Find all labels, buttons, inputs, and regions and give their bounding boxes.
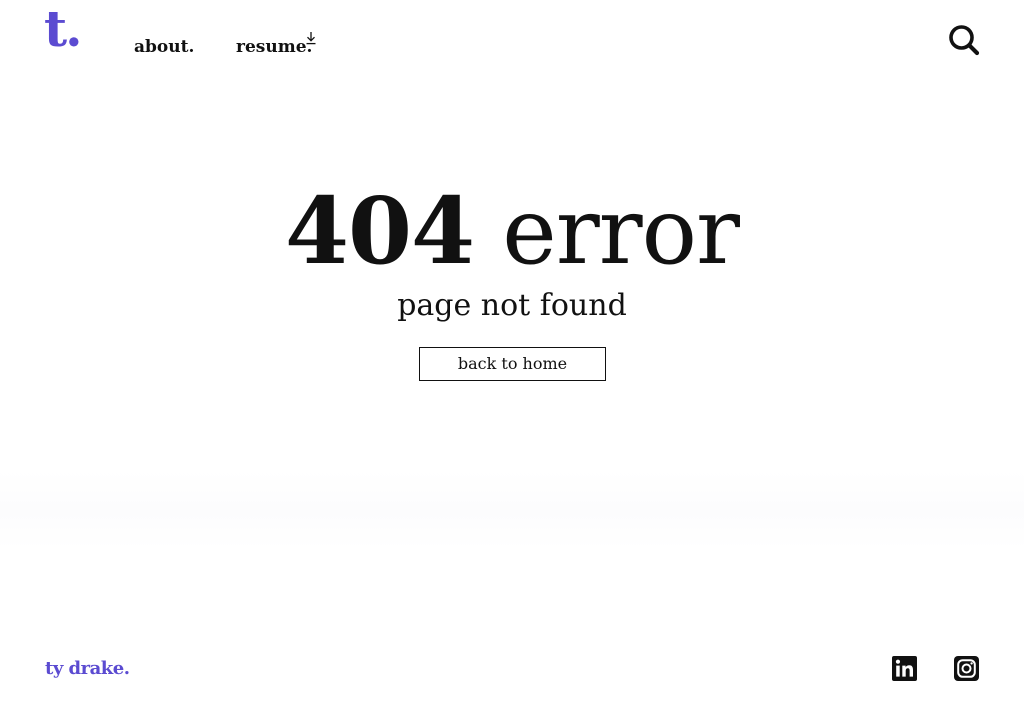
nav-resume-link[interactable]: resume. [236,36,312,58]
linkedin-icon[interactable] [892,656,917,681]
background-fade-band [0,470,1024,550]
error-code: 404 [284,177,475,285]
back-to-home-button[interactable]: back to home [419,347,606,381]
nav-about-link[interactable]: about. [134,36,194,58]
error-subtitle: page not found [397,288,627,323]
instagram-icon[interactable] [954,656,979,681]
error-word: error [502,178,740,285]
search-icon[interactable] [947,23,981,57]
error-heading: 404 error [0,176,1024,287]
footer-name-link[interactable]: ty drake. [45,657,130,681]
download-icon[interactable] [305,31,317,45]
site-logo[interactable]: t. [44,4,82,54]
